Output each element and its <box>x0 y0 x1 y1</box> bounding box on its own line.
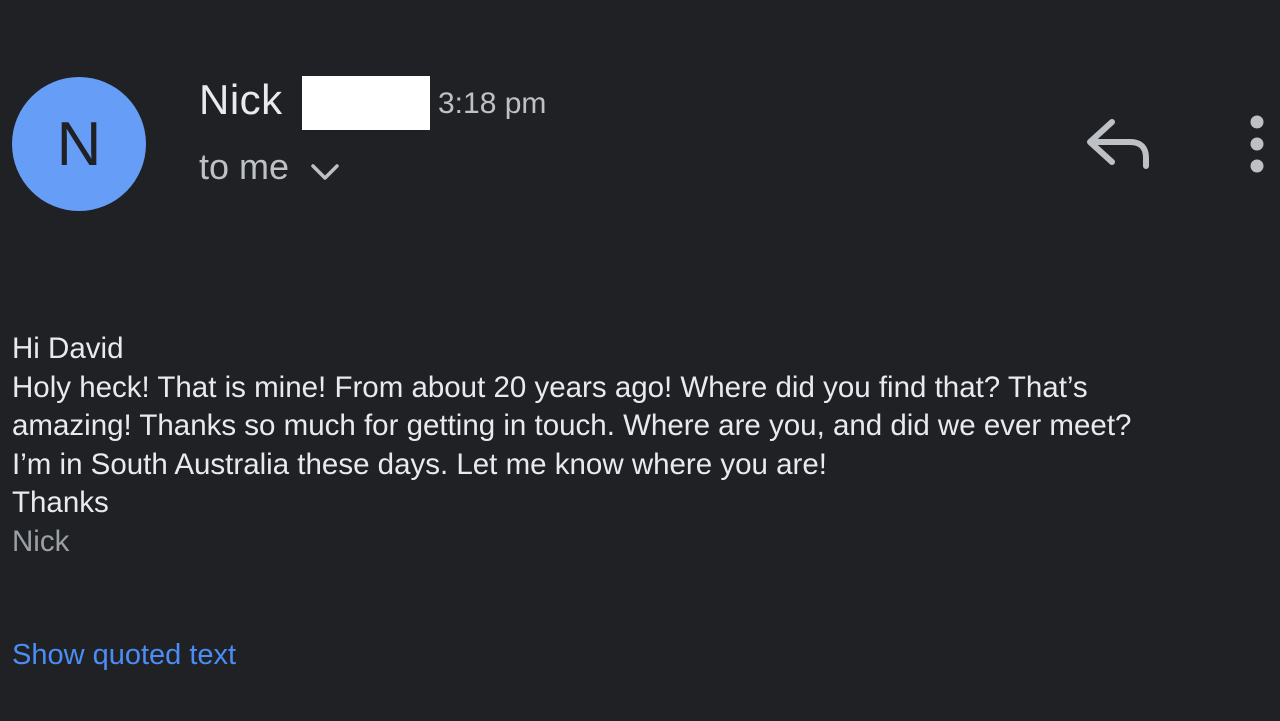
more-vertical-icon[interactable] <box>1240 112 1274 178</box>
message-line: amazing! Thanks so much for getting in t… <box>12 409 1132 442</box>
recipient-details-toggle[interactable]: to me <box>199 146 341 188</box>
show-quoted-text-link[interactable]: Show quoted text <box>12 639 236 672</box>
message-body: Hi David Holy heck! That is mine! From a… <box>12 330 1274 561</box>
recipient-label: to me <box>199 146 290 187</box>
message-line: I’m in South Australia these days. Let m… <box>12 447 827 481</box>
message-time: 3:18 pm <box>438 87 547 120</box>
redaction-box <box>302 76 430 130</box>
reply-icon[interactable] <box>1082 114 1154 172</box>
message-signature: Nick <box>12 524 70 558</box>
message-line: Thanks <box>12 486 109 519</box>
message-line: Hi David <box>12 332 124 365</box>
sender-avatar[interactable]: N <box>12 77 146 211</box>
message-line: Holy heck! That is mine! From about 20 y… <box>12 370 1088 404</box>
chevron-down-icon <box>311 164 339 180</box>
sender-name: Nick <box>199 76 283 123</box>
